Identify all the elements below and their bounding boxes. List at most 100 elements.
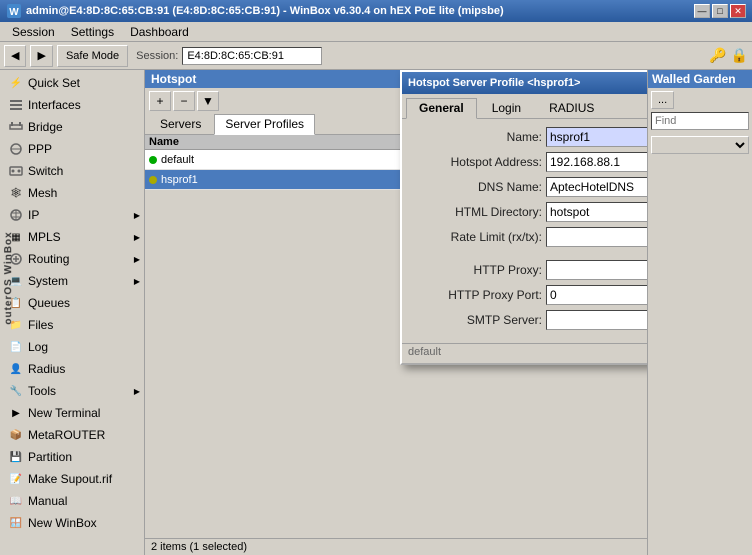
key-icon: 🔑 — [709, 47, 726, 64]
sidebar-arrow: ▶ — [134, 211, 140, 220]
app-icon: W — [6, 3, 22, 19]
sidebar-item-label: Make Supout.rif — [28, 472, 112, 486]
sidebar-item-interfaces[interactable]: Interfaces — [0, 94, 144, 116]
tab-general[interactable]: General — [406, 98, 477, 119]
toolbar-right: 🔑 🔒 — [709, 47, 748, 64]
sidebar-item-label: Interfaces — [28, 98, 81, 112]
tab-login[interactable]: Login — [479, 98, 534, 118]
sidebar-item-switch[interactable]: Switch — [0, 160, 144, 182]
walled-garden-panel: Walled Garden ... — [647, 70, 752, 555]
sidebar-item-routing[interactable]: Routing ▶ — [0, 248, 144, 270]
smtp-server-label: SMTP Server: — [412, 313, 542, 327]
window-controls: — □ ✕ — [694, 4, 746, 18]
menu-bar: Session Settings Dashboard — [0, 22, 752, 42]
sidebar-item-label: New WinBox — [28, 516, 97, 530]
menu-session[interactable]: Session — [4, 23, 63, 41]
sidebar-arrow: ▶ — [134, 277, 140, 286]
sidebar-item-label: Manual — [28, 494, 67, 508]
title-bar: W admin@E4:8D:8C:65:CB:91 (E4:8D:8C:65:C… — [0, 0, 752, 22]
quick-set-icon: ⚡ — [8, 75, 24, 91]
hotspot-add-button[interactable]: + — [149, 91, 171, 111]
find-input[interactable] — [655, 115, 745, 127]
sidebar-item-label: Bridge — [28, 120, 63, 134]
hotspot-remove-button[interactable]: − — [173, 91, 195, 111]
sidebar-item-label: Queues — [28, 296, 70, 310]
back-button[interactable]: ◀ — [4, 45, 26, 67]
sidebar-item-label: Switch — [28, 164, 63, 178]
sidebar-item-mpls[interactable]: ▦ MPLS ▶ — [0, 226, 144, 248]
status-indicator — [149, 156, 157, 164]
name-label: Name: — [412, 130, 542, 144]
minimize-button[interactable]: — — [694, 4, 710, 18]
sidebar-item-label: PPP — [28, 142, 52, 156]
html-dir-label: HTML Directory: — [412, 205, 542, 219]
menu-dashboard[interactable]: Dashboard — [122, 23, 197, 41]
sidebar-item-make-supout[interactable]: 📝 Make Supout.rif — [0, 468, 144, 490]
tab-server-profiles[interactable]: Server Profiles — [214, 114, 315, 135]
tools-icon: 🔧 — [8, 383, 24, 399]
mesh-icon: 🕸 — [8, 185, 24, 201]
sidebar-item-new-terminal[interactable]: ▶ New Terminal — [0, 402, 144, 424]
walled-garden-select[interactable] — [651, 136, 749, 154]
hotspot-address-label: Hotspot Address: — [412, 155, 542, 169]
tab-radius[interactable]: RADIUS — [536, 98, 607, 118]
sidebar-item-partition[interactable]: 💾 Partition — [0, 446, 144, 468]
sidebar-item-tools[interactable]: 🔧 Tools ▶ — [0, 380, 144, 402]
http-proxy-label: HTTP Proxy: — [412, 263, 542, 277]
safe-mode-button[interactable]: Safe Mode — [57, 45, 128, 67]
http-proxy-port-label: HTTP Proxy Port: — [412, 288, 542, 302]
close-button[interactable]: ✕ — [730, 4, 746, 18]
maximize-button[interactable]: □ — [712, 4, 728, 18]
status-indicator — [149, 176, 157, 184]
walled-garden-more-button[interactable]: ... — [651, 91, 674, 109]
row-name: hsprof1 — [161, 174, 198, 186]
sidebar: ⚡ Quick Set Interfaces Bridge PPP Swit — [0, 70, 145, 555]
sidebar-item-queues[interactable]: 📋 Queues — [0, 292, 144, 314]
ip-icon — [8, 207, 24, 223]
row-name: default — [161, 154, 194, 166]
sidebar-item-bridge[interactable]: Bridge — [0, 116, 144, 138]
new-winbox-icon: 🪟 — [8, 515, 24, 531]
sidebar-item-label: Routing — [28, 252, 69, 266]
rate-limit-label: Rate Limit (rx/tx): — [412, 230, 542, 244]
col-name: Name — [149, 136, 179, 148]
outer-os-label: outerOS WinBox — [3, 231, 14, 324]
sidebar-arrow: ▶ — [134, 255, 140, 264]
switch-icon — [8, 163, 24, 179]
sidebar-item-log[interactable]: 📄 Log — [0, 336, 144, 358]
terminal-icon: ▶ — [8, 405, 24, 421]
sidebar-item-label: MetaROUTER — [28, 428, 105, 442]
sidebar-item-radius[interactable]: 👤 Radius — [0, 358, 144, 380]
partition-icon: 💾 — [8, 449, 24, 465]
sidebar-item-label: IP — [28, 208, 39, 222]
sidebar-item-meta-router[interactable]: 📦 MetaROUTER — [0, 424, 144, 446]
sidebar-item-new-winbox[interactable]: 🪟 New WinBox — [0, 512, 144, 534]
manual-icon: 📖 — [8, 493, 24, 509]
sidebar-item-label: Log — [28, 340, 48, 354]
sidebar-item-files[interactable]: 📁 Files — [0, 314, 144, 336]
forward-button[interactable]: ▶ — [30, 45, 52, 67]
sidebar-item-label: Quick Set — [28, 76, 80, 90]
meta-router-icon: 📦 — [8, 427, 24, 443]
sidebar-item-ppp[interactable]: PPP — [0, 138, 144, 160]
radius-icon: 👤 — [8, 361, 24, 377]
title-bar-left: W admin@E4:8D:8C:65:CB:91 (E4:8D:8C:65:C… — [6, 3, 504, 19]
ppp-icon — [8, 141, 24, 157]
sidebar-item-quick-set[interactable]: ⚡ Quick Set — [0, 72, 144, 94]
content-area: Hotspot + − ▼ Servers Server Profiles Na… — [145, 70, 752, 555]
sidebar-item-system[interactable]: 💻 System ▶ — [0, 270, 144, 292]
menu-settings[interactable]: Settings — [63, 23, 122, 41]
dialog-title-text: Hotspot Server Profile <hsprof1> — [408, 77, 580, 89]
find-box — [651, 112, 749, 130]
toolbar: ◀ ▶ Safe Mode Session: 🔑 🔒 — [0, 42, 752, 70]
session-input[interactable] — [182, 47, 322, 65]
sidebar-item-label: MPLS — [28, 230, 61, 244]
sidebar-item-label: System — [28, 274, 68, 288]
sidebar-item-manual[interactable]: 📖 Manual — [0, 490, 144, 512]
interfaces-icon — [8, 97, 24, 113]
tab-servers[interactable]: Servers — [149, 114, 212, 134]
hotspot-filter-button[interactable]: ▼ — [197, 91, 219, 111]
sidebar-item-mesh[interactable]: 🕸 Mesh — [0, 182, 144, 204]
sidebar-item-ip[interactable]: IP ▶ — [0, 204, 144, 226]
make-supout-icon: 📝 — [8, 471, 24, 487]
